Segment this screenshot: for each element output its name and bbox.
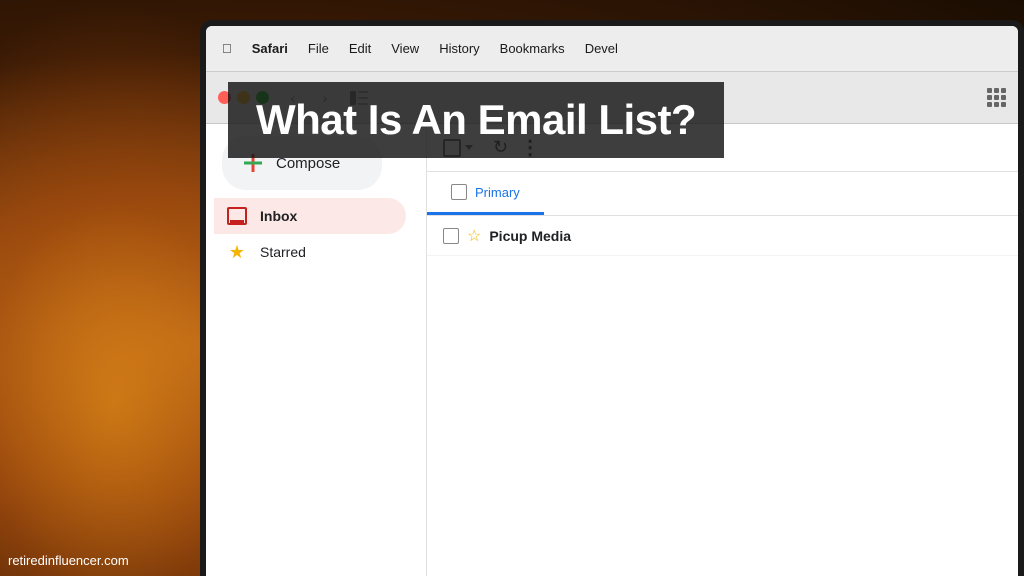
primary-tab-checkbox[interactable]: [451, 184, 467, 200]
safari-menu[interactable]: Safari: [252, 41, 288, 56]
edit-menu[interactable]: Edit: [349, 41, 371, 56]
email-sender: Picup Media: [489, 228, 629, 244]
title-overlay: What Is An Email List?: [208, 82, 1024, 158]
tab-primary[interactable]: Primary: [427, 172, 544, 215]
title-box: What Is An Email List?: [228, 82, 724, 158]
inbox-label: Inbox: [260, 208, 297, 224]
email-star-icon[interactable]: ☆: [467, 226, 481, 246]
macos-menubar:  Safari File Edit View History Bookmark…: [206, 26, 1018, 72]
star-icon: ★: [226, 242, 248, 263]
page-title: What Is An Email List?: [256, 96, 696, 143]
email-checkbox[interactable]: [443, 228, 459, 244]
inbox-icon: [226, 207, 248, 225]
develop-menu[interactable]: Devel: [585, 41, 618, 56]
sidebar-item-inbox[interactable]: Inbox: [214, 198, 406, 234]
attribution-url: retiredinfluencer.com: [8, 553, 129, 568]
gmail-sidebar: Compose Inbox ★ Starred: [206, 124, 426, 576]
primary-tab-label: Primary: [475, 185, 520, 200]
starred-label: Starred: [260, 244, 306, 260]
browser-content: Compose Inbox ★ Starred: [206, 124, 1018, 576]
gmail-main: ↻ ⋮ Primary ☆ Picup Media: [426, 124, 1018, 576]
view-menu[interactable]: View: [391, 41, 419, 56]
sidebar-item-starred[interactable]: ★ Starred: [214, 234, 406, 270]
category-tabs-bar: Primary: [427, 172, 1018, 216]
email-row[interactable]: ☆ Picup Media: [427, 216, 1018, 256]
apple-menu[interactable]: : [222, 41, 232, 56]
file-menu[interactable]: File: [308, 41, 329, 56]
bookmarks-menu[interactable]: Bookmarks: [500, 41, 565, 56]
history-menu[interactable]: History: [439, 41, 479, 56]
